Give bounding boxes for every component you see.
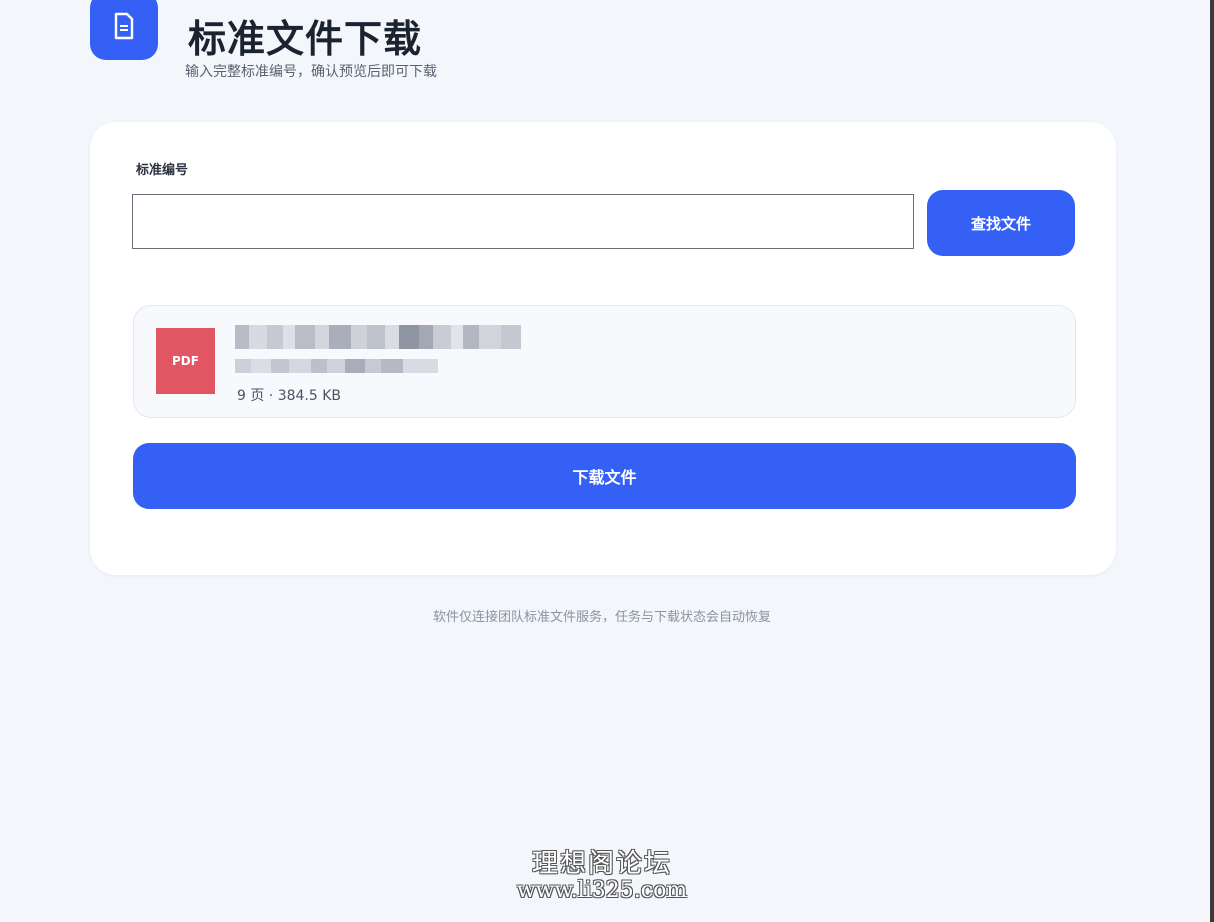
- footer-note: 软件仅连接团队标准文件服务，任务与下载状态会自动恢复: [432, 610, 771, 625]
- page-subtitle: 输入完整标准编号，确认预览后即可下载: [185, 64, 437, 80]
- page-title: 标准文件下载: [188, 17, 423, 61]
- file-meta: 9 页 · 384.5 KB: [237, 388, 342, 404]
- file-title-redacted: [235, 325, 521, 349]
- standard-number-label: 标准编号: [136, 163, 189, 178]
- document-icon: [90, 0, 158, 60]
- window-edge: [1210, 0, 1214, 922]
- app-window: 标准文件下载 输入完整标准编号，确认预览后即可下载 标准编号 查找文件 PDF: [0, 0, 1214, 922]
- watermark-url: www.li325.com: [516, 878, 688, 903]
- file-preview-card: PDF 9 页 · 384.5 KB: [133, 305, 1076, 418]
- find-file-button[interactable]: 查找文件: [927, 190, 1075, 256]
- download-file-button[interactable]: 下载文件: [133, 443, 1076, 509]
- file-subtitle-redacted: [235, 359, 438, 373]
- watermark-forum-name: 理想阁论坛: [531, 849, 672, 879]
- download-card: 标准编号 查找文件 PDF 9 页 · 384.5 KB 下载文件: [90, 122, 1116, 575]
- standard-number-input[interactable]: [132, 194, 914, 249]
- pdf-file-icon: PDF: [156, 328, 215, 394]
